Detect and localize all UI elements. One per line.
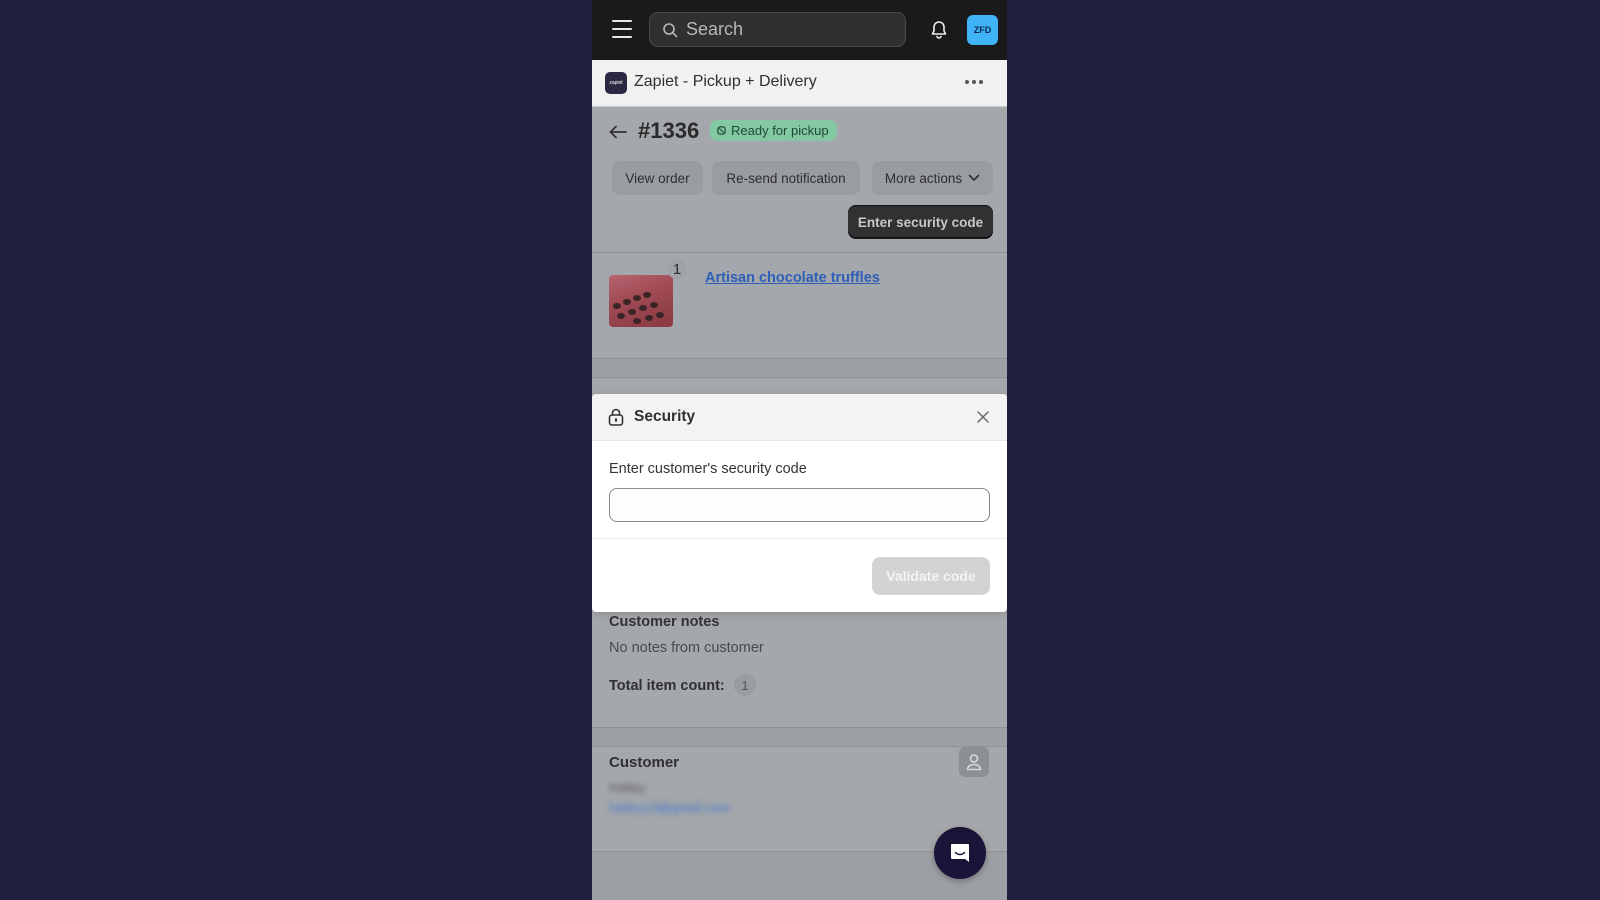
security-modal: Security Enter customer's security code … [592,394,1007,612]
total-item-count-label: Total item count: [609,678,725,694]
status-icon [717,126,726,135]
security-code-label: Enter customer's security code [609,461,807,477]
more-actions-label: More actions [884,170,963,186]
product-link[interactable]: Artisan chocolate truffles [705,270,880,286]
customer-icon [959,747,989,777]
more-options-icon[interactable] [960,70,988,94]
status-badge: Ready for pickup [710,120,837,141]
search-placeholder: Search [686,19,744,39]
divider [592,252,1007,253]
customer-name: Hailey [609,780,646,795]
divider [592,377,1007,378]
more-actions-button[interactable]: More actions [872,161,993,195]
bell-icon[interactable] [928,19,950,41]
close-icon[interactable] [975,409,991,425]
quantity-badge: 1 [667,259,687,279]
status-label: Ready for pickup [731,123,829,138]
section-gap [592,728,1007,746]
back-arrow-icon[interactable] [608,123,628,141]
chevron-down-icon [968,174,980,182]
chat-launcher-button[interactable] [934,827,986,879]
product-thumbnail [609,275,673,327]
divider [592,746,1007,747]
mobile-app-frame: Search ZFD zapiet Zapiet - Pickup + Deli… [592,0,1007,900]
total-item-count-value: 1 [734,674,756,696]
modal-title: Security [634,408,696,425]
section-gap [592,359,1007,377]
resend-notification-button[interactable]: Re-send notification [712,161,860,195]
customer-heading: Customer [609,754,680,771]
modal-header: Security [592,394,1007,441]
avatar[interactable]: ZFD [967,15,998,45]
customer-notes-heading: Customer notes [609,614,720,630]
view-order-button[interactable]: View order [612,161,703,195]
app-title: Zapiet - Pickup + Delivery [634,73,817,90]
menu-icon[interactable] [612,20,632,38]
search-input[interactable]: Search [649,12,906,47]
customer-email-link[interactable]: hailey13@gmail.com [609,800,730,815]
customer-notes-value: No notes from customer [609,640,764,656]
app-header: zapiet Zapiet - Pickup + Delivery [592,60,1007,107]
order-number: #1336 [638,118,700,143]
search-icon [663,22,678,37]
security-code-input[interactable] [609,488,990,522]
lock-icon [608,408,624,426]
validate-code-button[interactable]: Validate code [872,557,990,595]
chat-icon [951,844,969,862]
divider [592,538,1007,539]
enter-security-code-button[interactable]: Enter security code [848,205,993,239]
app-logo: zapiet [605,72,627,94]
top-bar: Search ZFD [592,0,1007,60]
